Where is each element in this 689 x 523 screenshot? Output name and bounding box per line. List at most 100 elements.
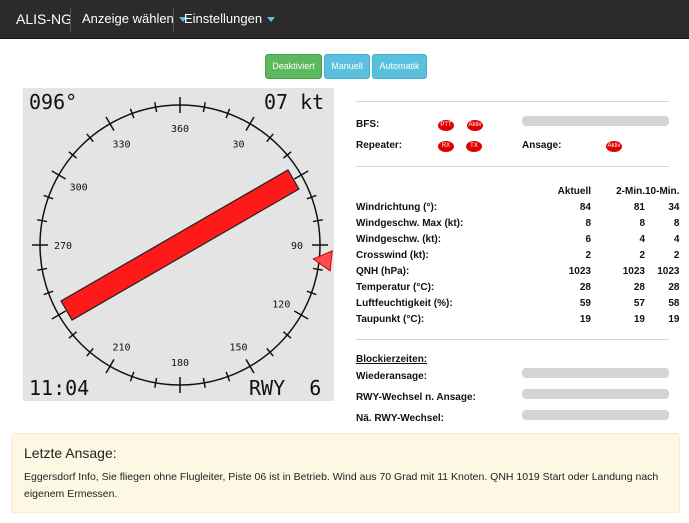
- manual-button[interactable]: Manuell: [324, 54, 370, 79]
- compass-tick: [105, 358, 115, 374]
- wind-compass-panel: 360 30 90 120 150 180 210 270 300 330 096° 07 kt …: [23, 88, 334, 401]
- chevron-down-icon: [267, 17, 276, 23]
- wind-arrow-icon: [312, 250, 333, 272]
- compass-tick: [312, 267, 323, 271]
- automatic-button[interactable]: Automatik: [372, 54, 427, 79]
- table-row: Windgeschw. Max (kt): 8 8 8: [356, 215, 679, 231]
- deactivated-button[interactable]: Deaktiviert: [265, 54, 322, 79]
- value-2min: 19: [633, 313, 645, 325]
- blocking-times-title: Blockierzeiten:: [356, 354, 428, 365]
- value-10min: 19: [668, 313, 680, 325]
- compass-tick: [293, 310, 309, 320]
- value-current: 6: [585, 233, 591, 245]
- column-header: Aktuell: [557, 185, 591, 197]
- value-10min: 28: [668, 281, 680, 293]
- wind-compass: 360 30 90 120 150 180 210 270 300 330: [32, 97, 333, 393]
- compass-label: 150: [229, 342, 247, 353]
- compass-tick: [293, 170, 309, 180]
- compass-tick: [202, 102, 206, 113]
- value-10min: 34: [668, 201, 680, 213]
- ptt-indicator: PTT: [438, 120, 454, 131]
- compass-label: 360: [171, 124, 189, 135]
- na-rwy-wechsel-progress-bar: [522, 410, 669, 420]
- na-rwy-wechsel-label: Nä. RWY-Wechsel:: [356, 413, 444, 424]
- compass-label: 90: [291, 241, 303, 252]
- compass-label: 270: [54, 241, 72, 252]
- table-row: Windrichtung (°): 84 81 34: [356, 199, 679, 215]
- menu-anzeige-label: Anzeige wählen: [82, 11, 174, 26]
- compass-label: 210: [112, 342, 130, 353]
- ansage-label: Ansage:: [522, 140, 562, 151]
- column-header: 10-Min.: [645, 185, 680, 197]
- value-current: 19: [579, 313, 591, 325]
- navbar: ALIS-NG Anzeige wählen Einstellungen: [0, 0, 689, 39]
- value-10min: 4: [673, 233, 680, 245]
- compass-tick: [37, 267, 48, 271]
- row-label: Luftfeuchtigkeit (%):: [356, 297, 453, 309]
- divider: [356, 339, 669, 340]
- compass-label: 180: [171, 358, 189, 369]
- compass-tick: [202, 377, 206, 388]
- menu-anzeige-waehlen[interactable]: Anzeige wählen: [82, 11, 187, 26]
- row-label: Windgeschw. Max (kt):: [356, 217, 464, 229]
- nav-divider: [70, 8, 71, 32]
- bfs-active-indicator: Aktiv: [467, 120, 483, 131]
- table-row: Luftfeuchtigkeit (%): 59 57 58: [356, 295, 679, 311]
- compass-label: 30: [232, 140, 244, 151]
- compass-tick: [51, 170, 67, 180]
- value-current: 2: [585, 249, 591, 261]
- bfs-progress-bar: [522, 116, 669, 126]
- value-current: 28: [579, 281, 591, 293]
- value-2min: 81: [633, 201, 645, 213]
- last-announcement-panel: Letzte Ansage: Eggersdorf Info, Sie flie…: [11, 433, 680, 513]
- value-2min: 1023: [622, 265, 645, 277]
- value-current: 59: [579, 297, 591, 309]
- column-header: 2-Min.: [616, 185, 645, 197]
- menu-einstellungen-label: Einstellungen: [184, 11, 263, 26]
- last-announcement-title: Letzte Ansage:: [24, 445, 117, 461]
- value-10min: 2: [673, 249, 680, 261]
- brand-title[interactable]: ALIS-NG: [16, 11, 72, 27]
- table-row: QNH (hPa): 1023 1023 1023: [356, 263, 679, 279]
- ansage-active-indicator: Aktiv: [606, 141, 622, 152]
- rwy-wechsel-ansage-label: RWY-Wechsel n. Ansage:: [356, 392, 476, 403]
- wiederansage-label: Wiederansage:: [356, 371, 428, 382]
- row-label: Crosswind (kt):: [356, 249, 429, 261]
- compass-tick: [154, 377, 158, 388]
- compass-label: 330: [112, 140, 130, 151]
- weather-table: Aktuell 2-Min. 10-Min. Windrichtung (°):…: [356, 183, 679, 327]
- runway-readout: RWY 6: [249, 376, 322, 400]
- table-row: Taupunkt (°C): 19 19 19: [356, 311, 679, 327]
- wind-speed-readout: 07 kt: [264, 90, 325, 114]
- table-header-row: Aktuell 2-Min. 10-Min.: [356, 183, 680, 199]
- last-announcement-text: Eggersdorf Info, Sie fliegen ohne Flugle…: [24, 471, 659, 500]
- row-label: Windgeschw. (kt):: [356, 233, 442, 245]
- nav-divider: [173, 8, 174, 32]
- row-label: Windrichtung (°):: [356, 201, 438, 213]
- repeater-label: Repeater:: [356, 140, 403, 151]
- value-2min: 28: [633, 281, 645, 293]
- runway-marker: [60, 169, 300, 321]
- compass-tick: [37, 219, 48, 223]
- compass-tick: [51, 310, 67, 320]
- compass-tick: [154, 102, 158, 113]
- value-10min: 58: [668, 297, 680, 309]
- rwy-wechsel-ansage-progress-bar: [522, 389, 669, 399]
- compass-label: 120: [272, 300, 290, 311]
- table-row: Crosswind (kt): 2 2 2: [356, 247, 679, 263]
- menu-einstellungen[interactable]: Einstellungen: [184, 11, 276, 26]
- table-row: Windgeschw. (kt): 6 4 4: [356, 231, 679, 247]
- row-label: Temperatur (°C):: [356, 281, 435, 293]
- value-10min: 1023: [657, 265, 680, 277]
- compass-label: 300: [70, 183, 88, 194]
- divider: [356, 101, 669, 102]
- wiederansage-progress-bar: [522, 368, 669, 378]
- value-10min: 8: [673, 217, 680, 229]
- divider: [356, 166, 669, 167]
- tx-indicator: TX: [466, 141, 482, 152]
- value-2min: 57: [633, 297, 645, 309]
- value-current: 1023: [568, 265, 591, 277]
- value-2min: 2: [639, 249, 645, 261]
- value-current: 8: [585, 217, 591, 229]
- table-row: Temperatur (°C): 28 28 28: [356, 279, 679, 295]
